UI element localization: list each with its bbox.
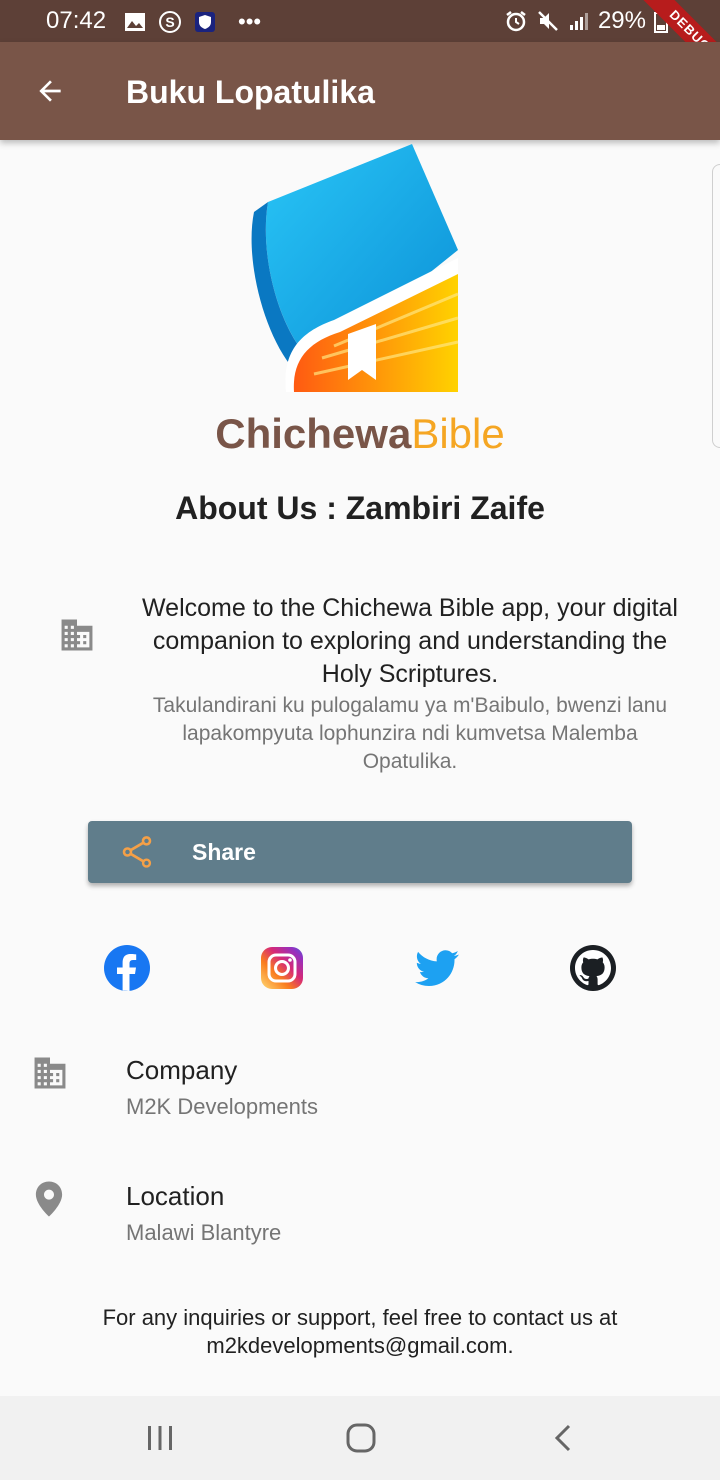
svg-text:S: S bbox=[165, 14, 174, 30]
recent-apps-button[interactable] bbox=[140, 1418, 180, 1458]
about-title: About Us : Zambiri Zaife bbox=[175, 490, 545, 526]
business-icon bbox=[61, 619, 93, 651]
system-nav-bar bbox=[0, 1396, 720, 1480]
contact-email[interactable]: m2kdevelopments@gmail.com. bbox=[0, 1332, 720, 1360]
location-pin-icon bbox=[35, 1181, 63, 1217]
company-title: Company bbox=[126, 1055, 238, 1085]
location-value: Malawi Blantyre bbox=[126, 1220, 282, 1245]
more-notifications-icon: ••• bbox=[238, 9, 262, 34]
status-bar: 07:42 S ••• 29% DEBUG bbox=[0, 0, 720, 82]
share-button[interactable]: Share bbox=[88, 821, 632, 883]
instagram-icon[interactable] bbox=[258, 944, 306, 992]
welcome-text: Welcome to the Chichewa Bible app, your … bbox=[142, 594, 678, 688]
side-panel-handle[interactable] bbox=[712, 164, 720, 448]
recent-apps-icon bbox=[148, 1426, 172, 1450]
arrow-back-icon bbox=[39, 80, 61, 102]
business-icon bbox=[34, 1057, 66, 1089]
github-icon[interactable] bbox=[569, 944, 617, 992]
page-title: Buku Lopatulika bbox=[126, 74, 375, 110]
s-app-icon: S bbox=[159, 11, 181, 33]
alarm-icon bbox=[506, 11, 526, 32]
app-brand-name: ChichewaBible bbox=[0, 410, 720, 458]
signal-icon bbox=[569, 13, 588, 30]
share-label: Share bbox=[192, 839, 256, 865]
home-button[interactable] bbox=[341, 1418, 381, 1458]
contact-line: For any inquiries or support, feel free … bbox=[102, 1305, 618, 1330]
home-icon bbox=[346, 1423, 376, 1453]
welcome-text-chichewa: Takulandirani ku pulogalamu ya m'Baibulo… bbox=[152, 694, 668, 773]
nav-back-button[interactable] bbox=[543, 1418, 583, 1458]
twitter-icon[interactable] bbox=[414, 944, 462, 992]
shield-icon bbox=[195, 12, 215, 32]
image-icon bbox=[125, 13, 145, 31]
brand-part-1: Chichewa bbox=[215, 410, 412, 457]
system-icons: 29% bbox=[504, 7, 668, 35]
status-time: 07:42 bbox=[46, 7, 107, 34]
bible-logo-icon bbox=[251, 144, 459, 392]
battery-text: 29% bbox=[597, 7, 646, 34]
app-bar: Buku Lopatulika bbox=[0, 42, 720, 140]
location-title: Location bbox=[126, 1181, 225, 1211]
chevron-left-icon bbox=[554, 1424, 571, 1452]
share-icon bbox=[122, 836, 152, 868]
company-value: M2K Developments bbox=[126, 1094, 318, 1119]
facebook-icon[interactable] bbox=[103, 944, 151, 992]
brand-part-2: Bible bbox=[411, 410, 505, 457]
contact-text: For any inquiries or support, feel free … bbox=[0, 1304, 720, 1360]
notification-icons: S ••• bbox=[124, 9, 261, 35]
back-button[interactable] bbox=[28, 69, 72, 113]
mute-icon bbox=[538, 11, 558, 31]
